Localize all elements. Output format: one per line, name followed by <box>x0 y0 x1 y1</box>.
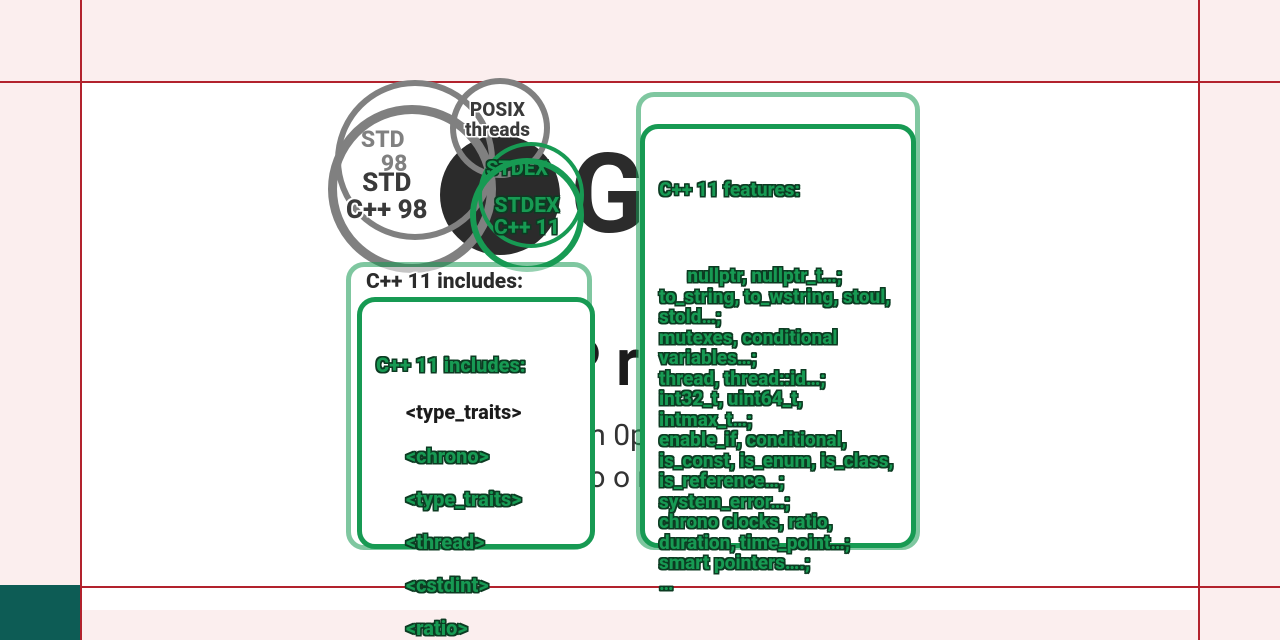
features-panel: C++ 11 features: nullptr, nullptr_t…; to… <box>640 124 916 548</box>
stdex-label: STDEX C++ 11 <box>494 195 560 239</box>
features-content: C++ 11 features: nullptr, nullptr_t…; to… <box>645 129 911 625</box>
includes-item: <chrono> <box>406 446 489 468</box>
includes-content: C++ 11 includes: <type_traits> <chrono> … <box>362 302 590 640</box>
includes-panel: C++ 11 includes: <type_traits> <chrono> … <box>357 297 595 549</box>
includes-type-traits-plain: <type_traits> <box>406 400 522 424</box>
includes-item: <thread> <box>406 532 485 554</box>
includes-item: <type_traits> <box>406 489 522 511</box>
includes-item: <ratio> <box>406 618 468 640</box>
posix-label: POSIX threads <box>465 100 530 140</box>
features-header: C++ 11 features: <box>659 180 897 201</box>
features-body: nullptr, nullptr_t…; to_string, to_wstri… <box>659 264 898 595</box>
includes-ghost-header: C++ 11 includes: <box>366 270 523 294</box>
stdex-diagram: STD 98 STD C++ 98 POSIX threads STDEX ST… <box>0 0 1280 640</box>
includes-item: <cstdint> <box>406 575 489 597</box>
std98-label: STD C++ 98 <box>346 170 428 225</box>
includes-header: C++ 11 includes: <box>376 355 576 377</box>
